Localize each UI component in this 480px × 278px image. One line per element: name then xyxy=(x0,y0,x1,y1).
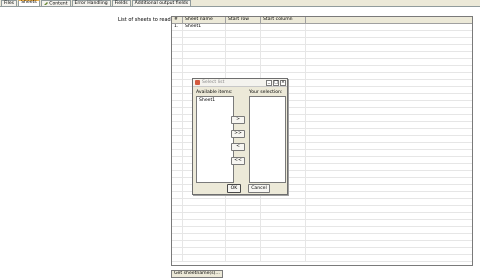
tab-label: Fields xyxy=(114,1,128,6)
start-column-cell[interactable] xyxy=(261,24,306,30)
tab-label: Content xyxy=(49,1,68,7)
cancel-button[interactable]: Cancel xyxy=(248,184,270,193)
tab-label: Sheets xyxy=(21,0,37,5)
available-items-list[interactable]: Sheet1 xyxy=(196,96,234,183)
minimize-button[interactable]: _ xyxy=(266,80,272,86)
maximize-button[interactable]: □ xyxy=(273,80,279,86)
pencil-icon xyxy=(43,2,48,5)
column-header-number[interactable]: # xyxy=(172,17,183,23)
table-row xyxy=(172,45,472,52)
selected-items-list[interactable] xyxy=(249,96,286,183)
start-row-cell[interactable] xyxy=(226,24,261,30)
column-header-start-column[interactable]: Start column xyxy=(261,17,306,23)
add-all-button[interactable]: >> xyxy=(231,130,245,138)
table-row xyxy=(172,241,472,248)
table-row xyxy=(172,38,472,45)
remove-button[interactable]: < xyxy=(231,143,245,151)
table-row xyxy=(172,255,472,262)
column-header-start-row[interactable]: Start row xyxy=(226,17,261,23)
table-row xyxy=(172,234,472,241)
available-items-label: Available items: xyxy=(196,90,233,95)
table-row xyxy=(172,199,472,206)
filler-cell xyxy=(306,24,472,30)
list-item[interactable]: Sheet1 xyxy=(198,98,232,103)
table-row xyxy=(172,31,472,38)
select-list-dialog: Select list _ □ × Available items: Your … xyxy=(192,78,288,195)
table-row xyxy=(172,227,472,234)
dialog-title: Select list xyxy=(202,80,225,85)
tab-additional-output-fields[interactable]: Additional output fields xyxy=(131,0,192,6)
tab-sheets[interactable]: Sheets xyxy=(18,0,40,6)
get-sheetnames-button[interactable]: Get sheetname(s)... xyxy=(171,270,223,278)
tab-label: Files xyxy=(4,1,15,6)
remove-all-button[interactable]: << xyxy=(231,157,245,165)
ok-button[interactable]: OK xyxy=(227,184,241,193)
table-row xyxy=(172,59,472,66)
app-icon xyxy=(195,80,200,85)
table-row xyxy=(172,206,472,213)
tab-fields[interactable]: Fields xyxy=(111,0,131,6)
table-row xyxy=(172,248,472,255)
row-number-cell: 1. xyxy=(172,24,183,30)
tab-label: Error Handling xyxy=(74,1,108,6)
tab-strip: Files Sheets Content Error Handling Fiel… xyxy=(0,0,480,7)
column-header-sheet-name[interactable]: Sheet name xyxy=(183,17,226,23)
table-row[interactable]: 1. Sheet1 xyxy=(172,24,472,31)
close-button[interactable]: × xyxy=(280,80,286,86)
tab-error-handling[interactable]: Error Handling xyxy=(71,0,111,6)
table-row xyxy=(172,66,472,73)
column-header-filler xyxy=(306,17,472,23)
add-button[interactable]: > xyxy=(231,116,245,124)
tab-content[interactable]: Content xyxy=(40,0,71,7)
dialog-titlebar[interactable]: Select list _ □ × xyxy=(193,79,287,87)
table-row xyxy=(172,213,472,220)
tab-label: Additional output fields xyxy=(134,1,189,6)
table-header: # Sheet name Start row Start column xyxy=(172,17,472,24)
table-row xyxy=(172,220,472,227)
tab-files[interactable]: Files xyxy=(1,0,18,6)
sheet-name-cell[interactable]: Sheet1 xyxy=(183,24,226,30)
sheets-list-label: List of sheets to read xyxy=(118,17,171,23)
table-row xyxy=(172,52,472,59)
selection-label: Your selection: xyxy=(249,90,283,95)
